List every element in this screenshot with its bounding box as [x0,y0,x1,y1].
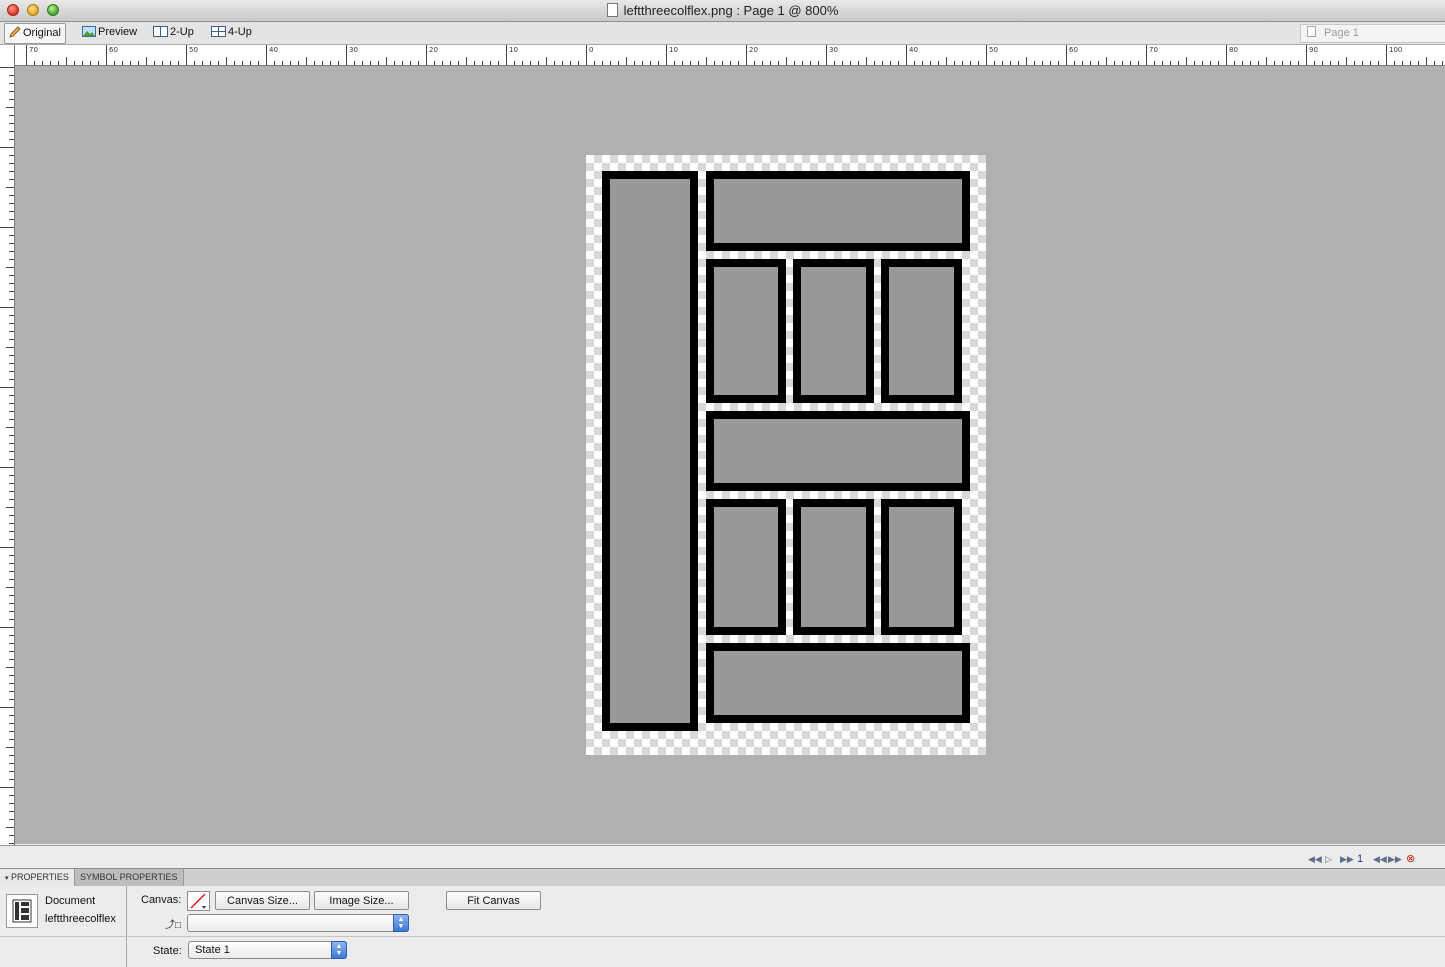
tab-properties-label: PROPERTIES [11,872,69,882]
column-block-6[interactable] [881,499,962,635]
canvas-color-swatch[interactable] [187,891,210,911]
ruler-label: 50 [189,46,198,54]
tab-preview[interactable]: Preview [78,23,141,42]
state-select[interactable]: State 1 ▲ ▼ [188,941,347,959]
panel-row-divider [0,936,1445,937]
header-block-2[interactable] [706,411,970,491]
column-block-5[interactable] [793,499,874,635]
page-selector[interactable]: Page 1 [1300,24,1445,43]
fit-canvas-button[interactable]: Fit Canvas [446,891,541,910]
ruler-label: 30 [349,46,358,54]
frame-number: 1 [1357,853,1364,865]
ruler-label: 10 [509,46,518,54]
page-icon [1307,26,1316,37]
ruler-label: 70 [29,46,38,54]
ruler-label: 30 [829,46,838,54]
ruler-label: 100 [1389,46,1403,54]
window-title-text: leftthreecolflex.png : Page 1 @ 800% [623,3,839,18]
column-block-3[interactable] [881,259,962,403]
resample-icon: ⤴□ [165,920,182,931]
tab-4-up[interactable]: 4-Up [207,23,256,42]
footer-block[interactable] [706,643,970,723]
ruler-label: 0 [589,46,594,54]
canvas-size-button[interactable]: Canvas Size... [215,891,310,910]
horizontal-ruler[interactable]: 70 60 50 40 30 20 10 0 10 20 30 40 50 60 70 80 90 100 [14,45,1445,66]
next-frame-icon[interactable]: ▶▶ [1388,854,1402,865]
pencil-icon [9,26,21,45]
column-block-2[interactable] [793,259,874,403]
vertical-ruler-ticks [0,67,14,860]
view-tab-bar: Original Preview 2-Up 4-Up [0,22,1445,45]
status-bar: ◀◀ ▷ ▶▶ 1 ◀◀ ▶▶ ⊗ [0,845,1445,868]
play-icon[interactable]: ▷ [1325,854,1332,865]
tab-preview-label: Preview [98,26,138,38]
document-label: Document [45,895,96,907]
state-label: State: [153,945,182,957]
document-name: leftthreecolflex [45,913,116,925]
stop-icon[interactable]: ⊗ [1406,852,1415,865]
ruler-label: 40 [269,46,278,54]
two-up-icon [153,25,168,44]
tab-symbol-properties[interactable]: SYMBOL PROPERTIES [75,869,184,886]
window-title: leftthreecolflex.png : Page 1 @ 800% [0,3,1445,18]
ruler-label: 50 [989,46,998,54]
tab-original-label: Original [23,27,61,39]
ruler-label: 70 [1149,46,1158,54]
four-up-icon [211,25,226,44]
resample-select[interactable]: ▲ ▼ [187,914,409,932]
image-size-button[interactable]: Image Size... [314,891,409,910]
select-arrows-icon: ▲ ▼ [331,941,347,959]
tab-properties[interactable]: ▾ PROPERTIES [0,869,75,886]
ruler-label: 10 [669,46,678,54]
ruler-label: 20 [749,46,758,54]
canvas-label: Canvas: [141,894,182,906]
ruler-label: 80 [1229,46,1238,54]
column-block-4[interactable] [706,499,786,635]
panel-divider [126,886,127,967]
tab-4-up-label: 4-Up [228,26,252,38]
tab-symbol-properties-label: SYMBOL PROPERTIES [80,872,178,882]
window-titlebar: leftthreecolflex.png : Page 1 @ 800% [0,0,1445,22]
document-icon [606,3,618,17]
ruler-label: 90 [1309,46,1318,54]
tab-2-up-label: 2-Up [170,26,194,38]
first-frame-icon[interactable]: ◀◀ [1308,854,1322,865]
last-frame-icon[interactable]: ▶▶ [1340,854,1354,865]
document-thumbnail-icon [6,894,38,928]
tab-original[interactable]: Original [4,23,66,44]
vertical-ruler[interactable] [0,45,15,860]
ruler-label: 60 [1069,46,1078,54]
column-block-1[interactable] [706,259,786,403]
ruler-label: 20 [429,46,438,54]
ruler-label: 60 [109,46,118,54]
previous-frame-icon[interactable]: ◀◀ [1373,854,1387,865]
document-canvas[interactable] [586,155,986,755]
header-block-1[interactable] [706,171,970,251]
no-color-icon [190,893,206,909]
ruler-label: 40 [909,46,918,54]
image-icon [82,25,96,44]
tab-2-up[interactable]: 2-Up [149,23,198,42]
left-column-block[interactable] [602,171,698,731]
page-selector-label: Page 1 [1324,27,1359,39]
state-select-value: State 1 [195,944,230,956]
collapse-icon[interactable]: ▾ [5,875,9,882]
panel-tab-bar: ▾ PROPERTIES SYMBOL PROPERTIES [0,868,1445,887]
select-arrows-icon: ▲ ▼ [393,914,409,932]
